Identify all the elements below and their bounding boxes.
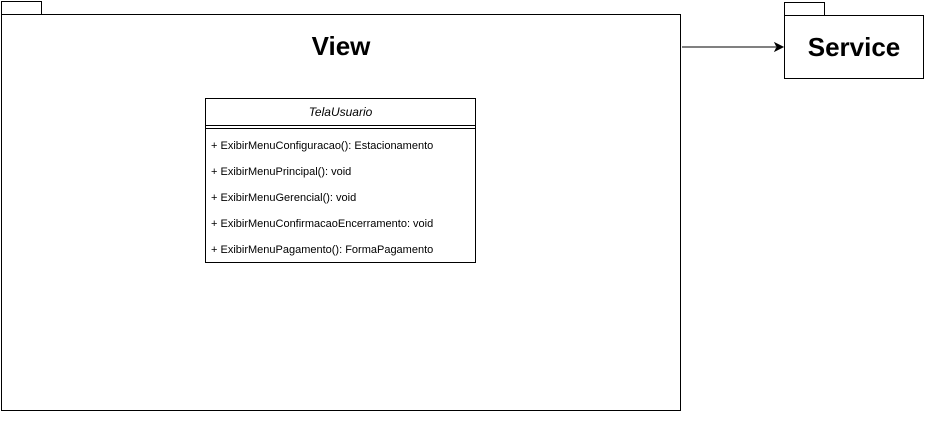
class-methods-compartment: + ExibirMenuConfiguracao(): Estacionamen…: [206, 129, 475, 266]
tela-usuario-class[interactable]: TelaUsuario + ExibirMenuConfiguracao(): …: [205, 98, 476, 263]
method-exibir-menu-configuracao: + ExibirMenuConfiguracao(): Estacionamen…: [211, 140, 434, 152]
view-package-title: View: [311, 31, 371, 61]
method-exibir-menu-pagamento: + ExibirMenuPagamento(): FormaPagamento: [211, 244, 434, 256]
method-exibir-menu-confirmacao-encerramento: + ExibirMenuConfirmacaoEncerramento: voi…: [211, 218, 434, 230]
method-exibir-menu-principal: + ExibirMenuPrincipal(): void: [211, 166, 352, 178]
service-package-tab: [784, 2, 825, 16]
view-package-tab: [1, 1, 42, 15]
service-package[interactable]: Service: [784, 15, 924, 79]
service-package-title: Service: [807, 32, 901, 62]
class-name: TelaUsuario: [206, 99, 475, 126]
method-exibir-menu-gerencial: + ExibirMenuGerencial(): void: [211, 192, 357, 204]
dependency-arrow-head: [773, 41, 785, 53]
